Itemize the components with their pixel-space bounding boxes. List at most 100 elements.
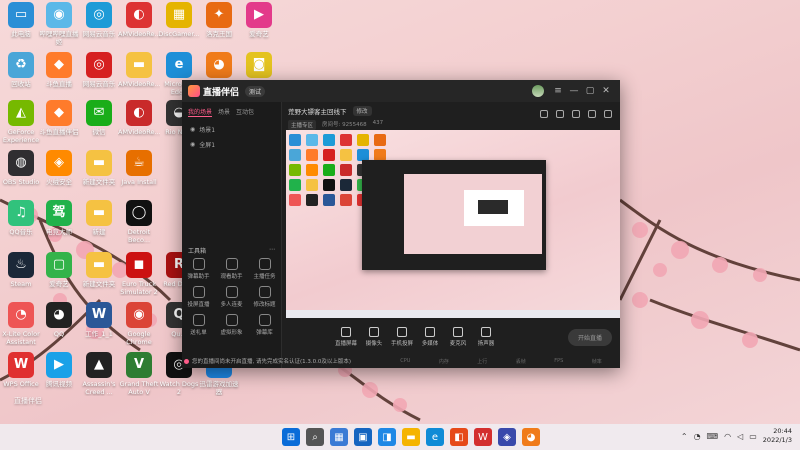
office-icon[interactable]: ◧	[450, 428, 468, 446]
desktop-icon[interactable]: ◭ GeForce Experience	[0, 100, 42, 144]
desktop-icon-label: X-Lite Color Assistant	[2, 330, 40, 346]
settings-icon[interactable]	[604, 110, 612, 118]
tool-icon	[192, 258, 205, 270]
tool-item[interactable]: 虚拟形象	[215, 314, 248, 336]
stream-preview[interactable]	[286, 130, 620, 318]
tool-item[interactable]: 弹幕助手	[182, 258, 215, 280]
network-icon[interactable]: ◔	[694, 432, 701, 441]
scene-item[interactable]: ◉ 场景1	[182, 122, 281, 137]
control-icon	[453, 327, 463, 337]
tool-item[interactable]: 主播任务	[248, 258, 281, 280]
explorer-icon[interactable]: ▬	[402, 428, 420, 446]
status-item: CPU	[400, 358, 411, 364]
control-label: 摄像头	[365, 341, 383, 347]
source-control-button[interactable]: 直播屏幕	[332, 327, 360, 347]
source-control-button[interactable]: 麦克风	[444, 327, 472, 347]
desktop-icon[interactable]: ◉ Google Chrome	[118, 302, 160, 346]
desktop-icon[interactable]: ▲ Assassin's Creed ...	[78, 352, 120, 396]
app-icon[interactable]: ◈	[498, 428, 516, 446]
desktop-icon[interactable]: ◐ AMVideoRe...	[118, 2, 160, 46]
desktop-icon[interactable]: ♻ 回收站	[0, 52, 42, 96]
wifi-icon[interactable]: ◠	[724, 432, 731, 441]
desktop-icon[interactable]: ▬ AMVideoRe...	[118, 52, 160, 96]
desktop-icon[interactable]: ♫ QQ音乐	[0, 200, 42, 244]
battery-icon[interactable]: ▭	[749, 432, 757, 441]
avatar[interactable]	[532, 85, 544, 97]
desktop-icon[interactable]: W 工作_1_1	[78, 302, 120, 346]
desktop-icon[interactable]: ◆ 斗鱼直播伴侣	[38, 100, 80, 144]
desktop-icon[interactable]: ✉ 微信	[78, 100, 120, 144]
source-control-button[interactable]: 手机投屏	[388, 327, 416, 347]
desktop-icon-label: 电竞大师	[46, 228, 72, 236]
widgets-icon[interactable]: ▦	[330, 428, 348, 446]
desktop-icon[interactable]: ◯ Detroit Beco...	[118, 200, 160, 244]
preview-mini-icon	[340, 179, 352, 191]
scene-item[interactable]: ◉ 全屏1	[182, 137, 281, 152]
task-view-icon[interactable]: ▣	[354, 428, 372, 446]
wps-icon: W	[8, 352, 34, 378]
maximize-icon[interactable]: ▢	[582, 83, 598, 99]
desktop-icon[interactable]: ◼ Euro Truck Simulator 2	[118, 252, 160, 296]
store-icon[interactable]: ◨	[378, 428, 396, 446]
desktop-icon[interactable]: ◐ AMVideoRe...	[118, 100, 160, 144]
desktop-icon[interactable]: ◈ 火绒安全	[38, 150, 80, 194]
tab-interactive[interactable]: 互动包	[236, 107, 254, 117]
desktop-icon[interactable]: ▢ 爱奇艺	[38, 252, 80, 296]
desktop-icon[interactable]: V Grand Theft Auto V	[118, 352, 160, 396]
desktop-icon[interactable]: ✦ 洛克王国	[198, 2, 240, 46]
desktop-icon[interactable]: ◉ 哔哩哔哩直播姬	[38, 2, 80, 46]
tool-item[interactable]: 弹幕库	[248, 314, 281, 336]
gift-icon[interactable]	[540, 110, 548, 118]
desktop-icon[interactable]: ▶ 腾讯视频	[38, 352, 80, 396]
control-icon	[369, 327, 379, 337]
desktop-icon[interactable]: ▬ 新建文件夹	[78, 252, 120, 296]
tool-item[interactable]: 投屏直播	[182, 286, 215, 308]
tool-item[interactable]: 修改标题	[248, 286, 281, 308]
edge-icon[interactable]: e	[426, 428, 444, 446]
tab-my-scenes[interactable]: 我的场景	[188, 107, 213, 117]
edit-title-button[interactable]: 修改	[352, 106, 372, 116]
eye-icon[interactable]: ◉	[190, 126, 195, 133]
desktop-icon[interactable]: ◔ X-Lite Color Assistant	[0, 302, 42, 346]
windows-start-icon[interactable]: ⊞	[282, 428, 300, 446]
keyboard-icon[interactable]: ⌨	[707, 432, 719, 441]
chevron-up-icon[interactable]: ⌃	[681, 432, 688, 441]
tool-item[interactable]: 多人连麦	[215, 286, 248, 308]
volume-icon[interactable]: ◁	[737, 432, 743, 441]
desktop-icon[interactable]: ◍ OBS Studio	[0, 150, 42, 194]
desktop-icon[interactable]: 驾电竞大师	[38, 200, 80, 244]
minimize-icon[interactable]: —	[566, 83, 582, 99]
source-control-button[interactable]: 多媒体	[416, 327, 444, 347]
desktop-icon[interactable]: ◕ QQ	[38, 302, 80, 346]
desktop-icon[interactable]: ▭ 此电脑	[0, 2, 42, 46]
source-control-button[interactable]: 扬声器	[472, 327, 500, 347]
desktop-icon[interactable]: ▦ DiscGamer...	[158, 2, 200, 46]
share-icon[interactable]	[572, 110, 580, 118]
preview-mini-icon	[289, 179, 301, 191]
desktop-icon[interactable]: ♨ Steam	[0, 252, 42, 296]
desktop-icon[interactable]: ▬ 新建	[78, 200, 120, 244]
tool-item[interactable]: 送礼单	[182, 314, 215, 336]
lock-icon[interactable]	[556, 110, 564, 118]
desktop-icon[interactable]: W WPS Office	[0, 352, 42, 396]
search-icon[interactable]: ⌕	[306, 428, 324, 446]
clock[interactable]: 20:44 2022/1/3	[763, 427, 792, 445]
desktop-icon[interactable]: ◎ 网易云音乐	[78, 2, 120, 46]
desktop-icon[interactable]: ▬ 新建文件夹	[78, 150, 120, 194]
more-icon[interactable]: ⋯	[269, 246, 275, 255]
start-live-button[interactable]: 开始直播	[567, 328, 612, 346]
eye-icon[interactable]: ◉	[190, 141, 195, 148]
wps-icon[interactable]: W	[474, 428, 492, 446]
source-control-button[interactable]: 摄像头	[360, 327, 388, 347]
desktop-icon[interactable]: ◆ 斗鱼直播	[38, 52, 80, 96]
desktop-icon[interactable]: ◎ 网易云音乐	[78, 52, 120, 96]
tool-item[interactable]: 观看助手	[215, 258, 248, 280]
desktop-icon[interactable]: ☕ Java Install	[118, 150, 160, 194]
live-companion-icon[interactable]: ◕	[522, 428, 540, 446]
menu-icon[interactable]: ≡	[550, 83, 566, 99]
bell-icon[interactable]	[588, 110, 596, 118]
tab-scenes[interactable]: 场景	[218, 107, 230, 117]
close-icon[interactable]: ✕	[598, 83, 614, 99]
desktop-icon[interactable]: ▶ 爱奇艺	[238, 2, 280, 46]
room-category-tag[interactable]: 主播专区	[288, 120, 317, 130]
